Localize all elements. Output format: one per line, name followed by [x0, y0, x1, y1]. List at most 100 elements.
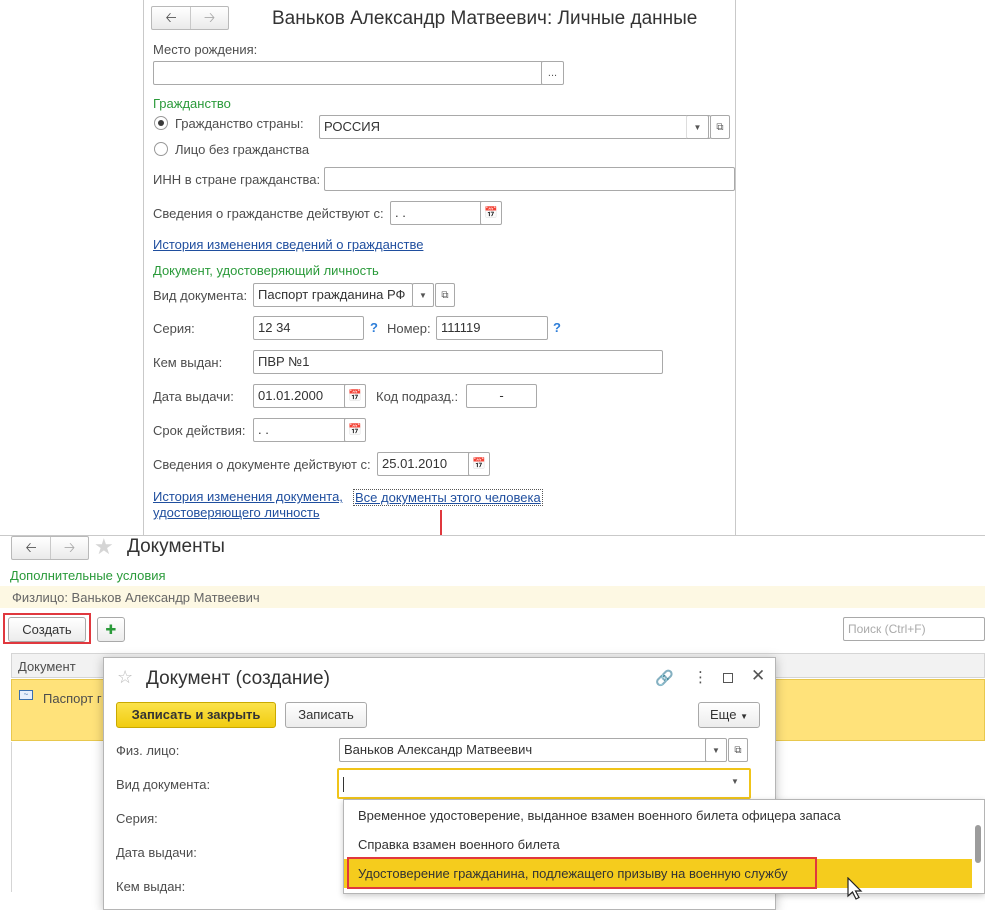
stateless-radio[interactable] — [154, 142, 168, 156]
search-input[interactable]: Поиск (Ctrl+F) — [843, 617, 985, 641]
id-doc-section-title: Документ, удостоверяющий личность — [153, 263, 379, 278]
all-docs-link[interactable]: Все документы этого человека — [353, 489, 543, 506]
inn-field[interactable] — [324, 167, 735, 191]
dropdown-scrollbar[interactable] — [975, 825, 981, 863]
inn-label: ИНН в стране гражданства: — [153, 172, 321, 187]
doc-type-label: Вид документа: — [153, 288, 248, 303]
citizenship-country-field[interactable]: РОССИЯ — [319, 115, 711, 139]
calendar-icon[interactable]: 📅 — [480, 201, 502, 225]
open-form-icon: ⧉ — [441, 290, 449, 301]
citizenship-country-dropdown[interactable]: ▼ — [686, 115, 709, 139]
star-icon[interactable]: ★ — [94, 534, 114, 560]
issued-by-label: Кем выдан: — [116, 879, 186, 894]
citizenship-country-open[interactable]: ⧉ — [710, 115, 730, 139]
doc-effective-label: Сведения о документе действуют с: — [153, 457, 371, 472]
number-label: Номер: — [387, 321, 431, 336]
kebab-icon[interactable]: ⋮ — [693, 668, 708, 686]
person-dropdown[interactable]: ▼ — [705, 738, 727, 762]
issue-date-field[interactable]: 01.01.2000 — [253, 384, 348, 408]
citizenship-history-link[interactable]: История изменения сведений о гражданстве — [153, 237, 423, 252]
series-label: Серия: — [153, 321, 195, 336]
arrow-left-icon[interactable]: 🡠 — [152, 7, 190, 29]
valid-until-label: Срок действия: — [153, 423, 246, 438]
dropdown-item-selected-label: Удостоверение гражданина, подлежащего пр… — [358, 866, 788, 881]
maximize-icon[interactable] — [723, 673, 733, 683]
open-form-icon: ⧉ — [734, 745, 742, 756]
additional-conditions[interactable]: Дополнительные условия — [10, 568, 166, 583]
star-icon[interactable]: ☆ — [117, 667, 133, 688]
issue-date-label: Дата выдачи: — [153, 389, 234, 404]
close-icon[interactable]: ✕ — [751, 666, 765, 686]
add-document-icon: ✚ — [105, 622, 117, 637]
calendar-icon[interactable]: 📅 — [468, 452, 490, 476]
filter-text[interactable]: Физлицо: Ваньков Александр Матвеевич — [12, 590, 260, 605]
add-copy-button[interactable]: ✚ — [97, 617, 125, 642]
citizenship-country-radio[interactable] — [154, 116, 168, 130]
column-document[interactable]: Документ — [18, 659, 76, 674]
dropdown-item[interactable]: Временное удостоверение, выданное взамен… — [344, 801, 972, 830]
person-open[interactable]: ⧉ — [728, 738, 748, 762]
nav-buttons: 🡠 🡢 — [11, 536, 89, 560]
table-body — [11, 742, 12, 892]
stateless-label: Лицо без гражданства — [175, 142, 310, 157]
birthplace-select-button[interactable]: ... — [541, 61, 564, 85]
person-label: Физ. лицо: — [116, 743, 180, 758]
chevron-down-icon: ▼ — [419, 291, 427, 300]
doc-history-link[interactable]: История изменения документа, удостоверяю… — [153, 489, 343, 521]
arrow-right-icon[interactable]: 🡢 — [50, 537, 88, 559]
citizenship-country-label: Гражданство страны: — [175, 116, 304, 131]
calendar-icon[interactable]: 📅 — [344, 418, 366, 442]
more-button[interactable]: Еще ▼ — [698, 702, 760, 728]
number-help-icon[interactable]: ? — [553, 320, 561, 335]
save-button[interactable]: Записать — [285, 702, 367, 728]
issued-by-label: Кем выдан: — [153, 355, 223, 370]
chevron-down-icon[interactable]: ▼ — [731, 777, 739, 786]
arrow-left-icon[interactable]: 🡠 — [12, 537, 50, 559]
create-button[interactable]: Создать — [8, 617, 86, 642]
issued-by-field[interactable]: ПВР №1 — [253, 350, 663, 374]
dropdown-item[interactable]: Справка взамен военного билета — [344, 830, 972, 859]
chevron-down-icon: ▼ — [693, 123, 702, 132]
issue-date-label: Дата выдачи: — [116, 845, 197, 860]
nav-buttons: 🡠 🡢 — [151, 6, 229, 30]
series-label: Серия: — [116, 811, 158, 826]
birthplace-label: Место рождения: — [153, 42, 258, 57]
row-text: Паспорт г — [43, 691, 102, 706]
person-field[interactable]: Ваньков Александр Матвеевич — [339, 738, 711, 762]
documents-title: Документы — [127, 536, 225, 557]
valid-until-field[interactable]: . . — [253, 418, 348, 442]
citizenship-effective-date[interactable]: . . — [390, 201, 485, 225]
series-field[interactable]: 12 34 — [253, 316, 364, 340]
calendar-icon[interactable]: 📅 — [344, 384, 366, 408]
arrow-right-icon[interactable]: 🡢 — [190, 7, 228, 29]
doc-type-dropdown[interactable]: ▼ — [412, 283, 434, 307]
doc-type-label: Вид документа: — [116, 777, 211, 792]
citizenship-section-title: Гражданство — [153, 96, 231, 111]
document-icon: ~ — [19, 690, 33, 700]
page-title: Ваньков Александр Матвеевич: Личные данн… — [272, 8, 698, 29]
chevron-down-icon: ▼ — [712, 746, 720, 755]
dept-code-label: Код подразд.: — [376, 389, 459, 404]
link-icon[interactable]: 🔗 — [655, 669, 674, 687]
more-label: Еще — [710, 707, 737, 722]
series-help-icon[interactable]: ? — [370, 320, 378, 335]
chevron-down-icon: ▼ — [740, 712, 748, 721]
number-field[interactable]: 111119 — [436, 316, 548, 340]
search-placeholder: Поиск (Ctrl+F) — [848, 622, 926, 636]
dept-code-field[interactable]: - — [466, 384, 537, 408]
doc-type-field[interactable] — [337, 768, 751, 799]
doc-type-open[interactable]: ⧉ — [435, 283, 455, 307]
birthplace-field[interactable] — [153, 61, 543, 85]
doc-effective-date[interactable]: 25.01.2010 — [377, 452, 472, 476]
text-cursor — [343, 777, 344, 793]
save-and-close-button[interactable]: Записать и закрыть — [116, 702, 276, 728]
dialog-title: Документ (создание) — [146, 668, 330, 689]
doc-history-link-line2: удостоверяющего личность — [153, 505, 320, 520]
doc-type-field[interactable]: Паспорт гражданина РФ — [253, 283, 413, 307]
doc-history-link-line1: История изменения документа, — [153, 489, 343, 504]
citizenship-effective-label: Сведения о гражданстве действуют с: — [153, 206, 384, 221]
mouse-pointer-icon — [847, 877, 863, 900]
open-form-icon: ⧉ — [716, 122, 724, 133]
personal-data-form: 🡠 🡢 Ваньков Александр Матвеевич: Личные … — [143, 0, 736, 536]
doc-type-dropdown-list: Временное удостоверение, выданное взамен… — [343, 799, 985, 894]
